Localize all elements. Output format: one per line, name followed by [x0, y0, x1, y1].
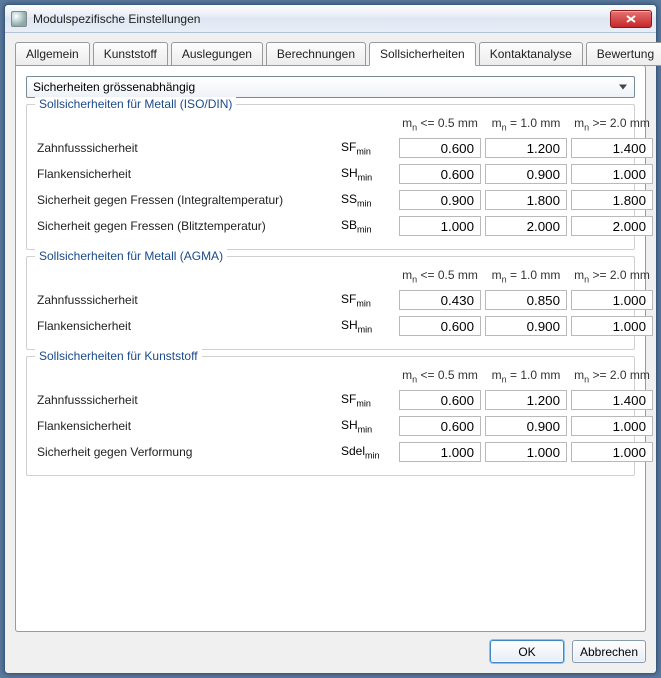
table-row: Sicherheit gegen Fressen (Blitztemperatu… — [37, 213, 624, 239]
dialog-window: Modulspezifische Einstellungen Allgemein… — [4, 4, 657, 674]
value-input-c2[interactable] — [485, 316, 567, 336]
table-row: Flankensicherheit SHmin — [37, 313, 624, 339]
value-input-c1[interactable] — [399, 442, 481, 462]
col-header-1: mn <= 0.5 mm — [399, 116, 481, 132]
close-button[interactable] — [610, 10, 652, 28]
row-symbol: SFmin — [341, 140, 395, 156]
value-input-c1[interactable] — [399, 390, 481, 410]
column-headers: mn <= 0.5 mmmn = 1.0 mmmn >= 2.0 mm — [37, 115, 624, 133]
column-headers: mn <= 0.5 mmmn = 1.0 mmmn >= 2.0 mm — [37, 367, 624, 385]
col-header-2: mn = 1.0 mm — [485, 268, 567, 284]
col-header-2: mn = 1.0 mm — [485, 116, 567, 132]
mode-dropdown[interactable]: Sicherheiten grössenabhängig — [26, 76, 635, 98]
ok-label: OK — [518, 645, 535, 659]
table-row: Zahnfusssicherheit SFmin — [37, 387, 624, 413]
table-row: Zahnfusssicherheit SFmin — [37, 287, 624, 313]
tab-sollsicherheiten[interactable]: Sollsicherheiten — [369, 42, 476, 66]
value-input-c1[interactable] — [399, 138, 481, 158]
table-row: Sicherheit gegen Verformung Sdelmin — [37, 439, 624, 465]
row-label: Sicherheit gegen Verformung — [37, 445, 337, 459]
tab-strip: AllgemeinKunststoffAuslegungenBerechnung… — [15, 41, 646, 65]
dialog-buttons: OK Abbrechen — [15, 632, 646, 663]
group-legend: Sollsicherheiten für Kunststoff — [35, 349, 202, 363]
tab-bewertung[interactable]: Bewertung — [586, 42, 661, 66]
table-row: Flankensicherheit SHmin — [37, 161, 624, 187]
tab-kontaktanalyse[interactable]: Kontaktanalyse — [479, 42, 583, 66]
col-header-3: mn >= 2.0 mm — [571, 116, 653, 132]
group-1: Sollsicherheiten für Metall (AGMA)mn <= … — [26, 256, 635, 350]
tab-berechnungen[interactable]: Berechnungen — [266, 42, 366, 66]
value-input-c2[interactable] — [485, 416, 567, 436]
titlebar: Modulspezifische Einstellungen — [5, 5, 656, 33]
value-input-c2[interactable] — [485, 164, 567, 184]
window-title: Modulspezifische Einstellungen — [33, 12, 610, 26]
value-input-c1[interactable] — [399, 416, 481, 436]
row-label: Sicherheit gegen Fressen (Blitztemperatu… — [37, 219, 337, 233]
col-header-1: mn <= 0.5 mm — [399, 268, 481, 284]
value-input-c3[interactable] — [571, 138, 653, 158]
group-legend: Sollsicherheiten für Metall (ISO/DIN) — [35, 97, 236, 111]
row-symbol: SBmin — [341, 218, 395, 234]
value-input-c2[interactable] — [485, 442, 567, 462]
app-icon — [11, 11, 27, 27]
group-0: Sollsicherheiten für Metall (ISO/DIN)mn … — [26, 104, 635, 250]
value-input-c1[interactable] — [399, 190, 481, 210]
tab-panel: Sicherheiten grössenabhängig Sollsicherh… — [15, 65, 646, 632]
cancel-label: Abbrechen — [580, 645, 638, 659]
row-label: Zahnfusssicherheit — [37, 393, 337, 407]
group-2: Sollsicherheiten für Kunststoffmn <= 0.5… — [26, 356, 635, 476]
value-input-c3[interactable] — [571, 442, 653, 462]
table-row: Flankensicherheit SHmin — [37, 413, 624, 439]
value-input-c1[interactable] — [399, 216, 481, 236]
close-icon — [626, 15, 636, 23]
col-header-2: mn = 1.0 mm — [485, 368, 567, 384]
column-headers: mn <= 0.5 mmmn = 1.0 mmmn >= 2.0 mm — [37, 267, 624, 285]
col-header-3: mn >= 2.0 mm — [571, 268, 653, 284]
row-label: Sicherheit gegen Fressen (Integraltemper… — [37, 193, 337, 207]
row-symbol: SSmin — [341, 192, 395, 208]
value-input-c3[interactable] — [571, 416, 653, 436]
dropdown-selected: Sicherheiten grössenabhängig — [33, 80, 195, 94]
value-input-c2[interactable] — [485, 216, 567, 236]
value-input-c3[interactable] — [571, 290, 653, 310]
row-label: Flankensicherheit — [37, 319, 337, 333]
value-input-c1[interactable] — [399, 164, 481, 184]
row-label: Flankensicherheit — [37, 167, 337, 181]
row-symbol: SFmin — [341, 292, 395, 308]
value-input-c2[interactable] — [485, 290, 567, 310]
content-area: AllgemeinKunststoffAuslegungenBerechnung… — [5, 33, 656, 673]
row-label: Zahnfusssicherheit — [37, 141, 337, 155]
group-legend: Sollsicherheiten für Metall (AGMA) — [35, 249, 227, 263]
tab-allgemein[interactable]: Allgemein — [15, 42, 90, 66]
value-input-c3[interactable] — [571, 190, 653, 210]
row-label: Flankensicherheit — [37, 419, 337, 433]
value-input-c3[interactable] — [571, 216, 653, 236]
value-input-c2[interactable] — [485, 190, 567, 210]
ok-button[interactable]: OK — [490, 640, 564, 663]
tab-auslegungen[interactable]: Auslegungen — [171, 42, 263, 66]
groups-host: Sollsicherheiten für Metall (ISO/DIN)mn … — [26, 104, 635, 482]
row-label: Zahnfusssicherheit — [37, 293, 337, 307]
row-symbol: Sdelmin — [341, 444, 395, 460]
col-header-3: mn >= 2.0 mm — [571, 368, 653, 384]
row-symbol: SHmin — [341, 418, 395, 434]
value-input-c3[interactable] — [571, 316, 653, 336]
row-symbol: SHmin — [341, 318, 395, 334]
tab-kunststoff[interactable]: Kunststoff — [93, 42, 168, 66]
value-input-c2[interactable] — [485, 390, 567, 410]
cancel-button[interactable]: Abbrechen — [572, 640, 646, 663]
value-input-c1[interactable] — [399, 290, 481, 310]
col-header-1: mn <= 0.5 mm — [399, 368, 481, 384]
value-input-c3[interactable] — [571, 164, 653, 184]
table-row: Sicherheit gegen Fressen (Integraltemper… — [37, 187, 624, 213]
row-symbol: SFmin — [341, 392, 395, 408]
table-row: Zahnfusssicherheit SFmin — [37, 135, 624, 161]
value-input-c2[interactable] — [485, 138, 567, 158]
row-symbol: SHmin — [341, 166, 395, 182]
value-input-c3[interactable] — [571, 390, 653, 410]
value-input-c1[interactable] — [399, 316, 481, 336]
